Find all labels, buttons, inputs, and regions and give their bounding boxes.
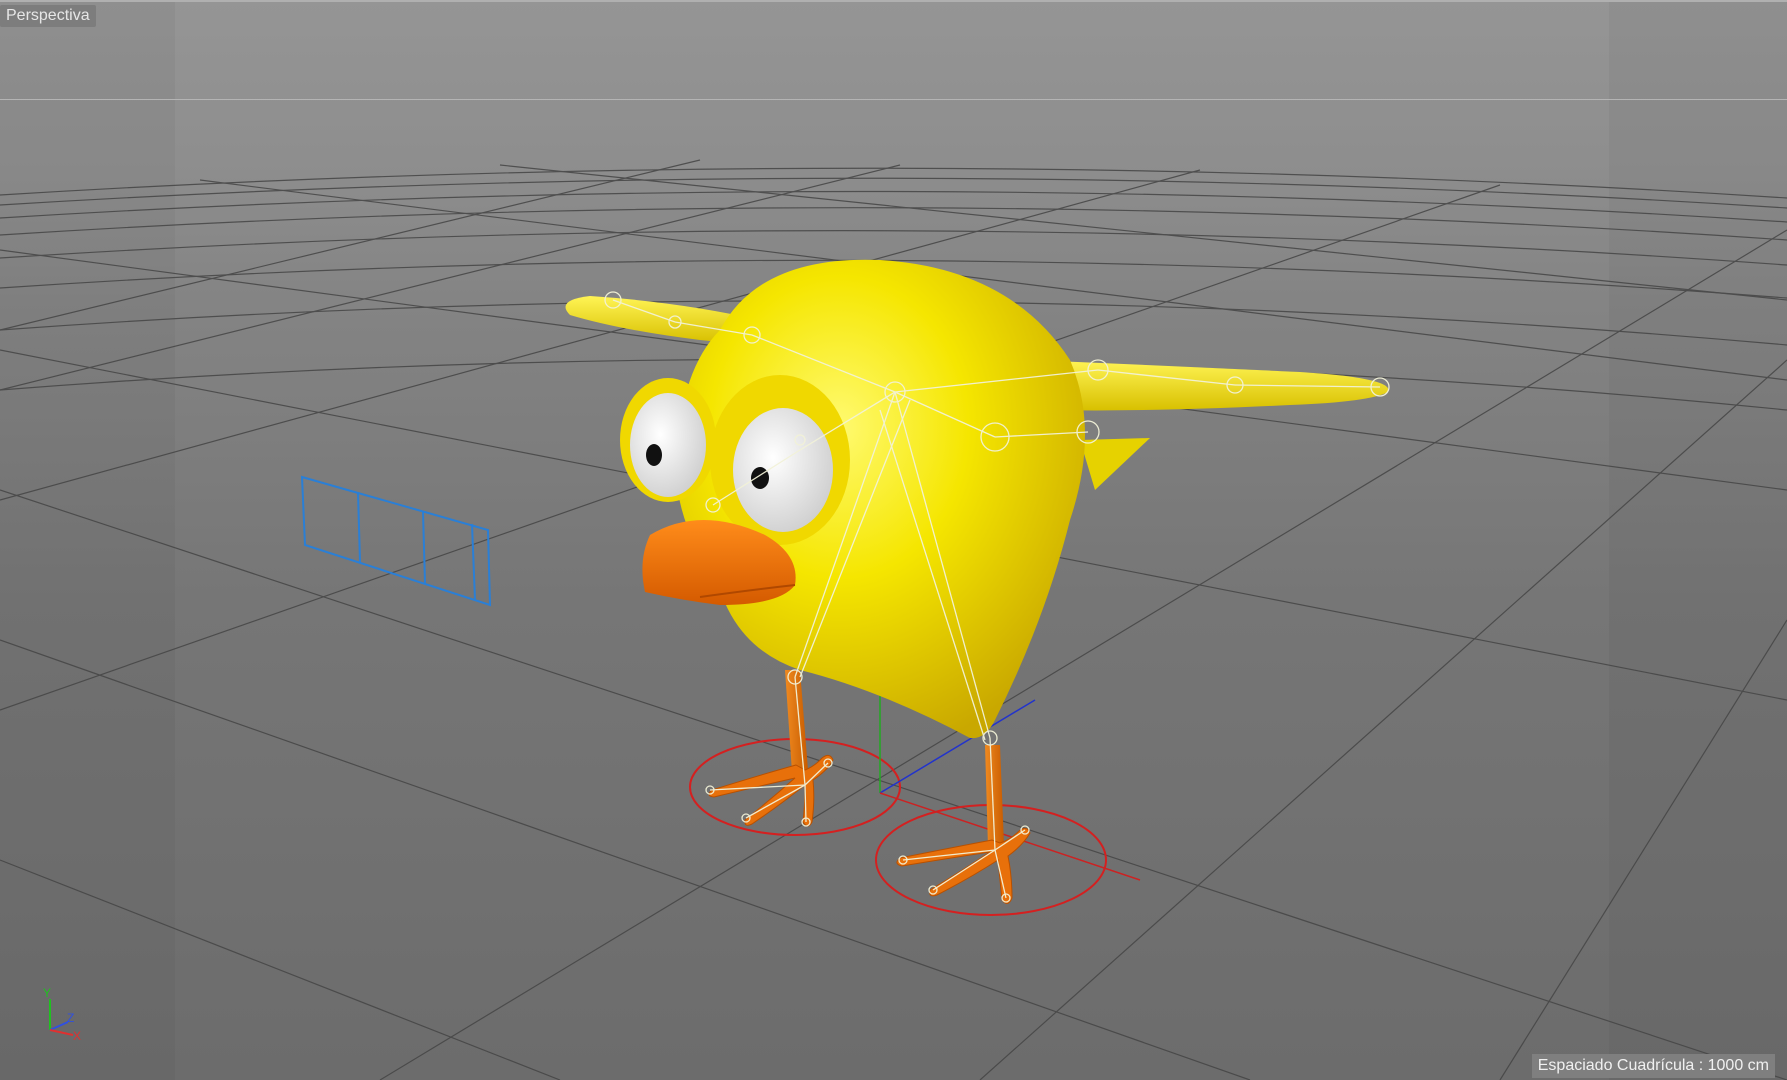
right-pupil: [751, 467, 769, 489]
character-right-wing[interactable]: [1030, 360, 1389, 411]
axis-y-label: Y: [43, 986, 51, 1000]
3d-viewport[interactable]: Y Z X Perspectiva Espaciado Cuadrícula :…: [0, 0, 1787, 1080]
ik-goal-circles[interactable]: [689, 738, 1107, 916]
camera-object[interactable]: [300, 475, 492, 607]
axis-x-label: X: [73, 1029, 81, 1043]
view-name-label[interactable]: Perspectiva: [0, 5, 96, 27]
left-eye: [630, 393, 706, 497]
scene-canvas[interactable]: [0, 0, 1787, 1080]
right-eye: [733, 408, 833, 532]
character-tail: [1080, 438, 1150, 490]
left-pupil: [646, 444, 662, 466]
axis-orientation-gizmo: Y Z X: [43, 986, 81, 1043]
grid-spacing-label: Espaciado Cuadrícula : 1000 cm: [1531, 1054, 1775, 1078]
axis-z-label: Z: [67, 1011, 74, 1025]
